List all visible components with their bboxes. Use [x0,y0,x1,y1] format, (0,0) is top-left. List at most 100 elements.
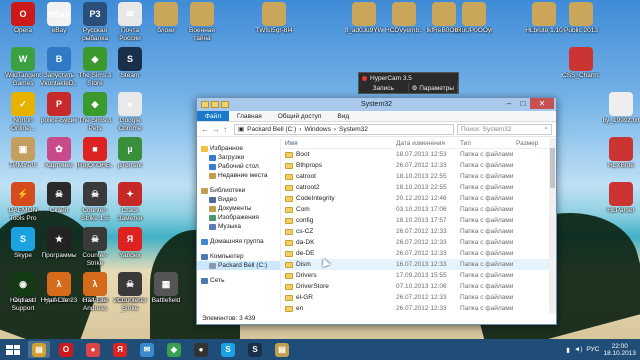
nav-item[interactable]: Видео [197,195,280,204]
tab-file[interactable]: Файл [197,111,229,121]
css-charm-icon[interactable]: CSS_Charm... [562,47,600,80]
column-name[interactable]: Имя [281,140,396,147]
breadcrumb-system32[interactable]: System32 [339,126,368,133]
sims-pets-icon[interactable]: ◆ The Sims 3 Pets [76,92,114,133]
nav-item[interactable]: Компьютер [197,252,280,261]
taskbar-explorer-button[interactable]: ▤ [28,341,50,358]
opera-icon[interactable]: O Opera [4,2,42,35]
close-button[interactable]: ✕ [530,98,554,109]
file-row[interactable]: config 18.10.2013 17:57 Папка с файлами [281,215,556,226]
file-row[interactable]: Com 03.10.2013 17:06 Папка с файлами [281,204,556,215]
taskbar-chrome-button[interactable]: ● [82,341,104,358]
settings-button[interactable]: ⚙ Параметры [409,83,458,94]
half-life-1-icon[interactable]: λ Half-Life [76,272,114,305]
file-row[interactable]: da-DK 26.07.2012 12:33 Папка с файлами [281,237,556,248]
nav-item[interactable]: Библиотеки [197,186,280,195]
timur-folder-icon[interactable]: ▣ ТИМУР!!! [4,137,42,170]
record-button[interactable]: Запись [359,83,409,94]
hlxbrite-icon[interactable]: HLXBrite [602,137,640,170]
vkontakte-icon[interactable]: В Запустить VkontakteD... [40,47,78,88]
file-row[interactable]: CodeIntegrity 20.12.2012 12:46 Папка с фай… [281,193,556,204]
norton-icon[interactable]: ✓ Norton Online... [4,92,42,133]
nav-item[interactable]: Документы [197,204,280,213]
breadcrumb-drive[interactable]: Packard Bell (C:) [247,126,296,133]
vertical-scrollbar[interactable] [549,138,556,313]
nav-item[interactable]: Избранное [197,144,280,153]
nav-item[interactable]: Рабочий стол [197,162,280,171]
tab-view[interactable]: Вид [329,111,357,121]
taskbar-hypercam-button[interactable]: ● [190,341,212,358]
nav-item[interactable]: Изображения [197,213,280,222]
image-file-4-icon[interactable]: tRuUP0OOyh... [455,2,493,35]
taskbar-mail-button[interactable]: ✉ [136,341,158,358]
steam-icon[interactable]: S Steam [111,47,149,80]
yandex-icon[interactable]: Я Yandex [111,227,149,260]
pictures-icon[interactable]: ✿ Картинки [40,137,78,170]
back-arrow-icon[interactable]: ← [201,125,209,134]
file-row[interactable]: Bthprops 26.07.2012 12:33 Папка с файлами [281,160,556,171]
tab-share[interactable]: Общий доступ [270,111,330,121]
battlefield-icon[interactable]: ▦ Battlefield [147,272,185,305]
cs-source-icon[interactable]: ☠Counter-Strike Source [111,272,149,313]
up-arrow-icon[interactable]: ↑ [223,125,231,134]
file-row[interactable]: Drivers 17.09.2013 15:55 Папка с файлами [281,270,556,281]
taskbar-app-button[interactable]: ◆ [163,341,185,358]
outlast-icon[interactable]: ◉ Outlast [4,272,42,305]
daemon-tools-icon[interactable]: ⚡ DAEMON Tools Pro [4,182,42,223]
utorrent-icon[interactable]: µ µTorrent [111,137,149,170]
programs-icon[interactable]: ★ Программы [40,227,78,260]
address-bar[interactable]: ▣ Packard Bell (C:) › Windows › System32 [234,123,454,135]
csgo-icon[interactable]: ☠Counter-Strike Global... [76,227,114,268]
language-indicator[interactable]: РУС [586,346,599,353]
crack-notes-icon[interactable]: ✦ Crack Заметки [111,182,149,223]
image-file-icon[interactable]: fl_ad0Ju9YW [345,2,383,35]
file-row[interactable]: Boot 18.07.2013 12:53 Папка с файлами [281,149,556,160]
nav-item[interactable]: Загрузки [197,153,280,162]
military-folder-icon[interactable]: Военная тайна [183,2,221,43]
nav-item[interactable]: Packard Bell (C:) [197,261,280,270]
file-row[interactable]: el-GR 26.07.2012 12:33 Папка с файлами [281,292,556,303]
clock[interactable]: 22:00 18.10.2013 [603,343,636,357]
ogone-icon[interactable]: ■ [Ru]ОГОНЁ... [76,137,114,170]
nav-item[interactable]: Недавние места [197,171,280,180]
skype-icon[interactable]: S Skype [4,227,42,260]
mail-icon[interactable]: ✉ Почта России [111,2,149,43]
forward-arrow-icon[interactable]: → [212,125,220,134]
taskbar-folder-button[interactable]: ▤ [271,341,293,358]
volume-icon[interactable]: ◄) [574,346,583,353]
taskbar-skype-button[interactable]: S [217,341,239,358]
breadcrumb-windows[interactable]: Windows [304,126,330,133]
taskbar-yandex-button[interactable]: Я [109,341,131,358]
start-button[interactable] [4,342,22,358]
nav-item[interactable]: Домашняя группа [197,237,280,246]
russian-fishing-icon[interactable]: Р3 Русская рыбалка [76,2,114,43]
minimize-button[interactable]: – [502,98,516,109]
counter-strike-icon[interactable]: ☠ Counter-Strike 1.6 [76,182,114,223]
tab-home[interactable]: Главная [229,111,270,121]
network-icon[interactable]: ▮ [566,346,570,354]
scroll-thumb[interactable] [550,148,555,188]
file-row[interactable]: catroot2 18.10.2013 22:55 Папка с файлами [281,182,556,193]
video-file-icon[interactable]: TWfsI5gr-8I4 [255,2,293,35]
half-life-icon[interactable]: λ Half-Life 2 [40,272,78,305]
image-file-2-icon[interactable]: HCDVyemb... [385,2,423,35]
nav-item[interactable]: Сеть [197,276,280,285]
title-bar[interactable]: System32 – □ ✕ [197,98,556,111]
file-row[interactable]: DriverStore 07.10.2013 12:06 Папка с файла… [281,281,556,292]
taskbar-opera-button[interactable]: O [55,341,77,358]
bloki-folder-icon[interactable]: блоки [147,2,185,35]
file-row[interactable]: cs-CZ 26.07.2012 12:33 Папка с файлами [281,226,556,237]
hlparser-icon[interactable]: HLParser [602,182,640,215]
file-row[interactable]: catroot 18.10.2013 22:55 Папка с файлами [281,171,556,182]
text-file-icon[interactable]: by_1999z.txt [602,92,640,125]
public-folder-icon[interactable]: Public 2013 [562,2,600,35]
maximize-button[interactable]: □ [516,98,530,109]
hlbrute-folder-icon[interactable]: HLbrute 1.10 [525,2,563,35]
sims-store-icon[interactable]: ◆ The Sims 3 Store [76,47,114,88]
nav-item[interactable]: Музыка [197,222,280,231]
wildtangent-icon[interactable]: W WildTangent Games [4,47,42,88]
column-type[interactable]: Тип [460,140,516,147]
file-row[interactable]: de-DE 26.07.2012 12:33 Папка с файлами [281,248,556,259]
column-date[interactable]: Дата изменения [396,140,460,147]
ebay-icon[interactable]: eBay eBay [40,2,78,35]
